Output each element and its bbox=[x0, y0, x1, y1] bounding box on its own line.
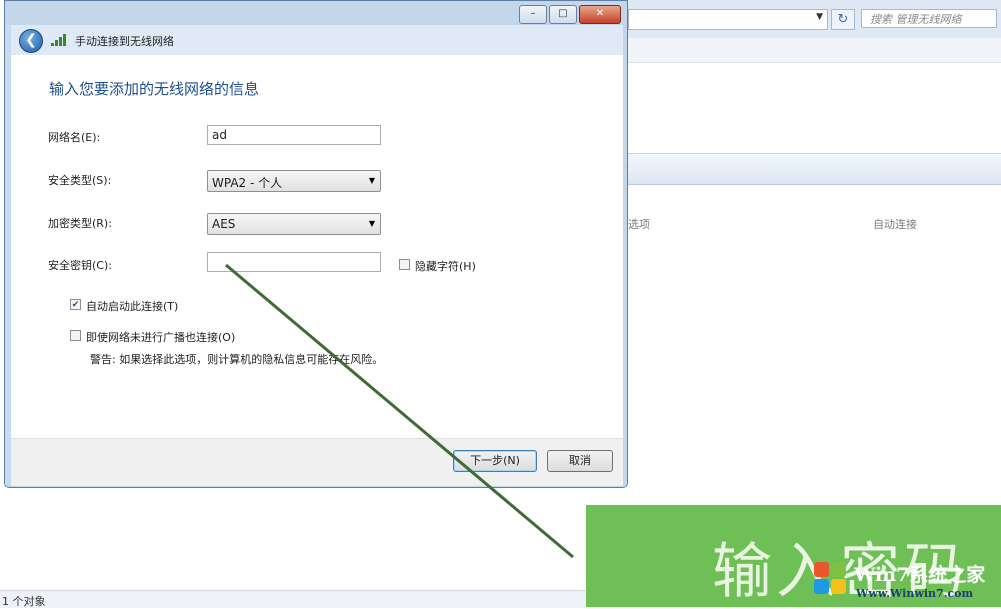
connect-hidden-label[interactable]: 即使网络未进行广播也连接(O) bbox=[86, 329, 235, 345]
minimize-button[interactable]: – bbox=[519, 5, 547, 24]
security-key-input[interactable] bbox=[207, 252, 381, 272]
auto-start-checkbox[interactable]: ✔ bbox=[70, 299, 81, 310]
refresh-icon[interactable]: ↻ bbox=[831, 9, 855, 30]
explorer-toolbar bbox=[628, 153, 1001, 185]
dropdown-arrow-icon: ▼ bbox=[368, 219, 375, 228]
dialog-content: 输入您要添加的无线网络的信息 网络名(E): ad 安全类型(S): WPA2 … bbox=[11, 55, 623, 438]
page-heading: 输入您要添加的无线网络的信息 bbox=[49, 80, 260, 98]
wireless-signal-icon bbox=[51, 34, 67, 46]
explorer-address-bar: ▼ ↻ 搜索 管理无线网络 bbox=[628, 0, 1001, 39]
dialog-nav-bar: ❮ 手动连接到无线网络 bbox=[11, 25, 623, 55]
close-button[interactable]: ✕ bbox=[579, 5, 621, 24]
network-name-label: 网络名(E): bbox=[48, 131, 101, 144]
windows-logo-icon bbox=[814, 562, 850, 598]
security-type-label: 安全类型(S): bbox=[48, 174, 112, 187]
dialog-title: 手动连接到无线网络 bbox=[75, 35, 174, 48]
search-input[interactable]: 搜索 管理无线网络 bbox=[861, 9, 997, 28]
dropdown-arrow-icon: ▼ bbox=[368, 176, 375, 185]
connect-hidden-checkbox[interactable] bbox=[70, 330, 81, 341]
network-name-input[interactable]: ad bbox=[207, 125, 381, 145]
back-arrow-icon[interactable]: ❮ bbox=[19, 29, 43, 53]
manual-connect-dialog: – □ ✕ ❮ 手动连接到无线网络 输入您要添加的无线网络的信息 网络名(E):… bbox=[4, 0, 628, 488]
address-field[interactable]: ▼ bbox=[628, 9, 828, 30]
watermark-title: Win7系统之家 bbox=[854, 564, 986, 586]
security-type-select[interactable]: WPA2 - 个人 ▼ bbox=[207, 170, 381, 192]
encryption-type-select[interactable]: AES ▼ bbox=[207, 213, 381, 235]
maximize-button[interactable]: □ bbox=[549, 5, 577, 24]
explorer-menu-band bbox=[628, 38, 1001, 63]
caption-banner: 输入密码 Win7系统之家 Www.Winwin7.com bbox=[586, 505, 1001, 607]
encryption-type-value: AES bbox=[212, 217, 236, 231]
hide-chars-checkbox[interactable] bbox=[399, 259, 410, 270]
chevron-down-icon[interactable]: ▼ bbox=[816, 12, 823, 22]
cancel-button[interactable]: 取消 bbox=[547, 450, 613, 472]
next-button[interactable]: 下一步(N) bbox=[453, 450, 537, 472]
auto-start-label[interactable]: 自动启动此连接(T) bbox=[86, 298, 178, 314]
column-header-options[interactable]: 选项 bbox=[628, 216, 650, 232]
security-key-label: 安全密钥(C): bbox=[48, 259, 112, 272]
dialog-footer: 下一步(N) 取消 bbox=[11, 438, 623, 486]
hide-chars-label[interactable]: 隐藏字符(H) bbox=[415, 258, 476, 274]
column-header-auto-connect[interactable]: 自动连接 bbox=[873, 216, 917, 232]
encryption-type-label: 加密类型(R): bbox=[48, 217, 112, 230]
warning-text: 警告: 如果选择此选项，则计算机的隐私信息可能存在风险。 bbox=[90, 353, 384, 366]
security-type-value: WPA2 - 个人 bbox=[212, 176, 283, 190]
window-controls: – □ ✕ bbox=[519, 5, 621, 24]
watermark-url: Www.Winwin7.com bbox=[856, 587, 974, 600]
watermark: Win7系统之家 Www.Winwin7.com bbox=[814, 558, 999, 605]
